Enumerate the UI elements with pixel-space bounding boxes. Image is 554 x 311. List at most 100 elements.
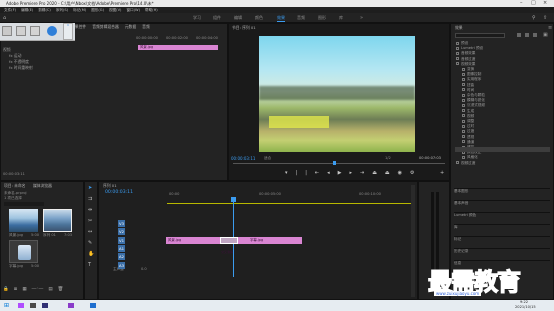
scroll-arrows-icon[interactable]: ⌃ — [63, 23, 73, 40]
effects-item-label: 生成 — [467, 108, 475, 113]
pr-pinned-icon[interactable] — [68, 303, 74, 308]
effects-item-label: 音频效果 — [461, 51, 476, 56]
type-tool-icon[interactable]: T — [88, 262, 97, 268]
icon-view-icon[interactable]: ▦ — [22, 287, 26, 292]
project-search-input[interactable] — [4, 202, 44, 206]
track-select-tool-icon[interactable]: ⇉ — [88, 196, 97, 202]
effects-section[interactable]: 基本图形 — [454, 188, 550, 194]
effects-section[interactable]: 历史记录 — [454, 248, 550, 254]
slip-tool-icon[interactable]: ↔ — [88, 229, 97, 235]
start-icon[interactable]: ⊞ — [4, 302, 9, 309]
workspace-learn[interactable]: 学习 — [193, 13, 201, 23]
effects-section[interactable]: Lumetri 颜色 — [454, 212, 550, 218]
search-icon[interactable]: ⚲ — [532, 15, 536, 21]
workspace-libraries[interactable]: 库 — [339, 13, 343, 23]
timeline-playhead-head[interactable] — [231, 197, 236, 202]
more-workspaces-icon[interactable]: » — [360, 15, 363, 21]
print-icon[interactable] — [30, 26, 40, 36]
effects-item[interactable]: 视频过渡 — [456, 161, 475, 166]
effects-tree-selected-row[interactable] — [455, 147, 550, 152]
mark-in-icon[interactable]: ▾ — [285, 170, 288, 176]
transport-controls: ▾ | | ⇤ ◂ ▶ ▸ ⇥ ⏏ ⏏ ◉ ⚙ — [285, 170, 415, 176]
32bit-effects-icon[interactable] — [525, 33, 529, 37]
effects-item-label: Lumetri 预设 — [461, 46, 484, 51]
tab-metadata[interactable]: 元数据 — [125, 24, 136, 31]
new-item-icon[interactable]: ▤ — [48, 287, 52, 292]
go-to-in-point-icon[interactable]: ⇤ — [315, 170, 319, 176]
maximize-icon[interactable]: □ — [531, 0, 536, 7]
workspace-effects[interactable]: 效果 — [277, 13, 285, 23]
panel-menu-icon[interactable]: ≡ — [548, 25, 552, 31]
lift-icon[interactable]: ⏏ — [372, 170, 377, 176]
close-icon[interactable]: × — [543, 0, 547, 7]
add-button-icon[interactable]: + — [440, 170, 444, 176]
track-header[interactable]: V2 — [115, 228, 165, 236]
trash-icon[interactable]: 🗑 — [58, 287, 64, 292]
ripple-edit-tool-icon[interactable]: ⇹ — [88, 207, 97, 213]
share-icon[interactable]: ⇪ — [543, 15, 547, 21]
home-icon[interactable]: ⌂ — [3, 15, 6, 21]
workspace-audio[interactable]: 音频 — [297, 13, 305, 23]
settings-icon[interactable]: ⚙ — [410, 170, 414, 176]
thumb-caption[interactable] — [9, 240, 38, 263]
play-icon[interactable]: ▶ — [338, 170, 342, 176]
pen-tool-icon[interactable]: ✎ — [88, 240, 97, 246]
step-back-icon[interactable]: ◂ — [327, 170, 330, 176]
premiere-taskbar-icon[interactable] — [18, 303, 24, 308]
track-header[interactable]: V1 — [115, 236, 165, 244]
workspace-color[interactable]: 颜色 — [255, 13, 263, 23]
tab-audio-clip-mixer[interactable]: 音频剪辑混合器 — [92, 24, 119, 31]
copy-icon[interactable] — [2, 26, 12, 36]
word-pinned-icon[interactable] — [90, 303, 96, 308]
yuv-effects-icon[interactable] — [533, 33, 537, 37]
step-forward-icon[interactable]: ▸ — [349, 170, 352, 176]
track-header[interactable]: V3 — [115, 220, 165, 227]
work-area-bar[interactable] — [167, 203, 413, 204]
program-monitor-title[interactable]: 节目: 序列 01 — [232, 25, 256, 31]
program-scale-select[interactable]: 1/2 — [385, 156, 391, 160]
extract-icon[interactable]: ⏏ — [385, 170, 390, 176]
go-to-in-icon[interactable]: | — [305, 170, 307, 176]
workspace-editing[interactable]: 编辑 — [234, 13, 242, 23]
effects-section[interactable]: 库 — [454, 224, 550, 230]
browser-taskbar-icon[interactable] — [42, 303, 48, 308]
timeline-tab[interactable]: 序列 01 — [103, 183, 117, 189]
selection-tool-icon[interactable]: ➤ — [88, 185, 97, 191]
paste-icon[interactable] — [16, 26, 26, 36]
effects-section[interactable]: 标记 — [454, 236, 550, 242]
accelerated-effects-icon[interactable] — [517, 33, 521, 37]
track-label: V3 — [118, 220, 126, 227]
time-remap-effect[interactable]: fx 时间重映射 — [9, 65, 33, 71]
workspace-graphics[interactable]: 图形 — [318, 13, 326, 23]
effects-section[interactable]: 基本声音 — [454, 200, 550, 206]
new-bin-icon[interactable]: ▣ — [543, 32, 548, 38]
thumb-sequence[interactable] — [43, 209, 72, 232]
zoom-slider-icon[interactable]: ―◦― — [32, 287, 44, 292]
track-header[interactable]: A2 — [115, 253, 165, 261]
effects-search-input[interactable] — [455, 33, 505, 38]
tab-project[interactable]: 项目: 未命名 — [4, 183, 25, 189]
tab-media-browser[interactable]: 媒体浏览器 — [33, 183, 52, 189]
timeline-transition[interactable]: 交叉溶解 — [220, 237, 238, 254]
thumb-landscape[interactable] — [9, 209, 38, 232]
timeline-clip-caption-label: 字幕.jpg — [250, 238, 264, 242]
razor-tool-icon[interactable]: ✂ — [88, 218, 97, 224]
lock-icon[interactable]: 🔒 — [3, 287, 9, 292]
track-header[interactable]: A1 — [115, 244, 165, 252]
minimize-icon[interactable]: – — [520, 0, 523, 7]
app-taskbar-icon[interactable] — [30, 303, 36, 308]
effect-clip-bar[interactable]: 风景.jpg — [138, 45, 218, 50]
program-scrubber[interactable] — [233, 163, 445, 164]
list-view-icon[interactable]: ≣ — [14, 287, 18, 292]
go-to-out-icon[interactable]: ⇥ — [360, 170, 364, 176]
mark-out-icon[interactable]: | — [296, 170, 298, 176]
workspace-assembly[interactable]: 组件 — [213, 13, 221, 23]
program-fit-select[interactable]: 适合 — [264, 156, 271, 161]
track-header[interactable]: A3 — [115, 261, 165, 269]
refresh-icon[interactable] — [47, 26, 57, 36]
tab-audio[interactable]: 音频 — [142, 24, 150, 31]
program-playhead[interactable] — [333, 161, 336, 165]
timeline-scrollbar[interactable] — [411, 185, 415, 297]
export-frame-icon[interactable]: ◉ — [398, 170, 402, 176]
hand-tool-icon[interactable]: ✋ — [88, 251, 97, 257]
